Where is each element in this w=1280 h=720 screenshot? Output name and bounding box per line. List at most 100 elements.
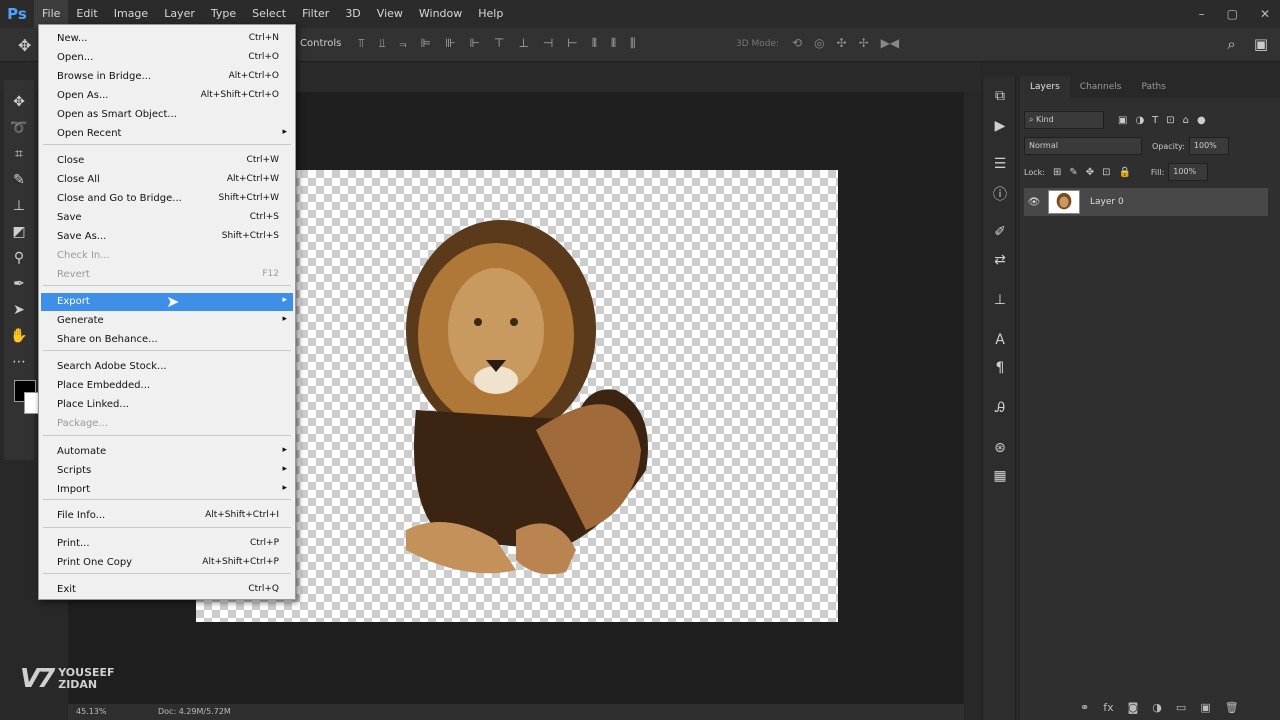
menu-filter[interactable]: Filter: [294, 0, 337, 28]
3d-roll-icon[interactable]: ◎: [814, 36, 824, 50]
file-menu-item-scripts[interactable]: Scripts ▸: [41, 462, 293, 480]
file-menu-item-close-all[interactable]: Close All Alt+Ctrl+W: [41, 171, 293, 189]
maximize-button[interactable]: ▢: [1227, 7, 1238, 21]
opacity-input[interactable]: 100%: [1188, 137, 1229, 155]
file-menu-item-place-embedded[interactable]: Place Embedded...: [41, 377, 293, 395]
move-icon[interactable]: ✥: [4, 90, 34, 114]
dodge-icon[interactable]: ⚲: [4, 246, 34, 270]
adjustment-icon[interactable]: ◑: [1152, 701, 1162, 714]
layer-name[interactable]: Layer 0: [1090, 197, 1124, 207]
fill-input[interactable]: 100%: [1168, 163, 1209, 181]
file-menu-item-share-on-behance[interactable]: Share on Behance...: [41, 331, 293, 349]
character-icon[interactable]: A: [983, 332, 1017, 348]
align-top-icon[interactable]: ⫪: [358, 36, 365, 51]
lasso-icon[interactable]: ➰: [4, 116, 34, 140]
align-hcenter-icon[interactable]: ⊪: [445, 36, 455, 51]
glyphs-icon[interactable]: Ꭿ: [983, 400, 1017, 416]
clone-source-icon[interactable]: ⊥: [983, 292, 1017, 308]
file-menu-item-automate[interactable]: Automate ▸: [41, 443, 293, 461]
file-menu-item-search-adobe-stock[interactable]: Search Adobe Stock...: [41, 358, 293, 376]
brush-settings-icon[interactable]: ⇄: [983, 252, 1017, 268]
3d-icon[interactable]: ⊛: [983, 440, 1017, 456]
path-selection-icon[interactable]: ➤: [4, 298, 34, 322]
file-menu-item-open-as[interactable]: Open As... Alt+Shift+Ctrl+O: [41, 87, 293, 105]
filter-kind-select[interactable]: ⌕ Kind: [1024, 111, 1104, 129]
align-vcenter-icon[interactable]: ⫫: [379, 36, 386, 51]
layer-row[interactable]: 👁 Layer 0: [1024, 188, 1268, 216]
history-icon[interactable]: ⧉: [983, 88, 1017, 104]
workspace-icon[interactable]: ▣: [1254, 35, 1268, 53]
lock-icons[interactable]: ⊞✎✥⊡🔒: [1053, 167, 1139, 178]
menu-3d[interactable]: 3D: [337, 0, 368, 28]
eyedropper-icon[interactable]: ✎: [4, 168, 34, 192]
menu-help[interactable]: Help: [470, 0, 511, 28]
tab-layers[interactable]: Layers: [1020, 76, 1070, 98]
new-layer-icon[interactable]: ▣: [1200, 701, 1210, 714]
align-bottom-icon[interactable]: ⫬: [400, 36, 407, 51]
file-menu-item-import[interactable]: Import ▸: [41, 481, 293, 499]
file-menu-item-place-linked[interactable]: Place Linked...: [41, 396, 293, 414]
distribute-vcenter-icon[interactable]: ⊥: [518, 36, 528, 51]
search-icon[interactable]: ⌕: [1227, 35, 1235, 53]
add-mask-icon[interactable]: ◙: [1128, 701, 1139, 714]
distribute-left-icon[interactable]: ⊢: [567, 36, 577, 51]
more-tools-icon[interactable]: ⋯: [4, 350, 34, 374]
file-menu-item-exit[interactable]: Exit Ctrl+Q: [41, 581, 293, 599]
file-menu-item-save-as[interactable]: Save As... Shift+Ctrl+S: [41, 228, 293, 246]
zoom-level[interactable]: 45.13%: [76, 707, 107, 716]
properties-icon[interactable]: ☰: [983, 156, 1017, 172]
3d-drag-icon[interactable]: ✣: [837, 36, 847, 50]
3d-slide-icon[interactable]: ✢: [859, 36, 869, 50]
hand-icon[interactable]: ✋: [4, 324, 34, 348]
3d-rotate-icon[interactable]: ⟲: [792, 36, 802, 50]
file-menu-item-generate[interactable]: Generate ▸: [41, 312, 293, 330]
move-tool-icon[interactable]: ✥: [18, 36, 31, 55]
paragraph-icon[interactable]: ¶: [983, 360, 1017, 376]
file-menu-item-print-one-copy[interactable]: Print One Copy Alt+Shift+Ctrl+P: [41, 554, 293, 572]
file-menu-item-close-and-go-to-bridge[interactable]: Close and Go to Bridge... Shift+Ctrl+W: [41, 190, 293, 208]
info-icon[interactable]: ⓘ: [983, 184, 1017, 204]
crop-icon[interactable]: ⌗: [4, 142, 34, 166]
menu-item-shortcut: Ctrl+N: [248, 33, 279, 43]
3d-scale-icon[interactable]: ▶◀: [881, 36, 899, 50]
delete-layer-icon[interactable]: 🗑: [1225, 701, 1239, 714]
align-buttons: ⫪ ⫫ ⫬ ⊫ ⊪ ⊩ ⊤ ⊥ ⊣ ⊢ ⦀ ⫴ ⫼: [358, 36, 636, 51]
distribute-top-icon[interactable]: ⊤: [494, 36, 504, 51]
file-menu-item-print[interactable]: Print... Ctrl+P: [41, 535, 293, 553]
menu-window[interactable]: Window: [411, 0, 470, 28]
distribute-hcenter-icon[interactable]: ⦀: [592, 36, 597, 51]
swatches-icon[interactable]: ▦: [983, 468, 1017, 484]
align-left-icon[interactable]: ⊫: [421, 36, 431, 51]
group-icon[interactable]: ▭: [1176, 701, 1186, 714]
distribute-right-icon[interactable]: ⫴: [611, 36, 616, 51]
filter-icons[interactable]: ▣◑T⊡⌂●: [1118, 115, 1214, 126]
auto-align-icon[interactable]: ⫼: [630, 36, 636, 51]
distribute-bottom-icon[interactable]: ⊣: [543, 36, 553, 51]
blend-mode-select[interactable]: Normal: [1024, 137, 1142, 155]
tab-paths[interactable]: Paths: [1131, 76, 1175, 98]
actions-play-icon[interactable]: ▶: [983, 118, 1017, 134]
visibility-eye-icon[interactable]: 👁: [1024, 197, 1044, 208]
menu-item-label: Place Embedded...: [57, 380, 151, 391]
transform-controls-label[interactable]: Controls: [300, 38, 341, 49]
stamp-icon[interactable]: ⊥: [4, 194, 34, 218]
pen-icon[interactable]: ✒: [4, 272, 34, 296]
align-right-icon[interactable]: ⊩: [469, 36, 479, 51]
file-menu-item-open-as-smart-object[interactable]: Open as Smart Object...: [41, 106, 293, 124]
minimize-button[interactable]: –: [1199, 7, 1205, 21]
fx-icon[interactable]: fx: [1103, 701, 1113, 714]
eraser-icon[interactable]: ◩: [4, 220, 34, 244]
file-menu-item-close[interactable]: Close Ctrl+W: [41, 152, 293, 170]
file-menu-item-open-recent[interactable]: Open Recent ▸: [41, 125, 293, 143]
brush-icon[interactable]: ✐: [983, 224, 1017, 240]
close-button[interactable]: ✕: [1260, 7, 1270, 21]
tab-channels[interactable]: Channels: [1070, 76, 1132, 98]
file-menu-item-save[interactable]: Save Ctrl+S: [41, 209, 293, 227]
file-menu-item-open[interactable]: Open... Ctrl+O: [41, 49, 293, 67]
link-layers-icon[interactable]: ⚭: [1080, 701, 1089, 714]
file-menu-item-browse-in-bridge[interactable]: Browse in Bridge... Alt+Ctrl+O: [41, 68, 293, 86]
file-menu-item-new[interactable]: New... Ctrl+N: [41, 30, 293, 48]
menu-view[interactable]: View: [369, 0, 411, 28]
file-menu-item-file-info[interactable]: File Info... Alt+Shift+Ctrl+I: [41, 507, 293, 525]
menu-item-shortcut: Ctrl+Q: [248, 584, 279, 594]
